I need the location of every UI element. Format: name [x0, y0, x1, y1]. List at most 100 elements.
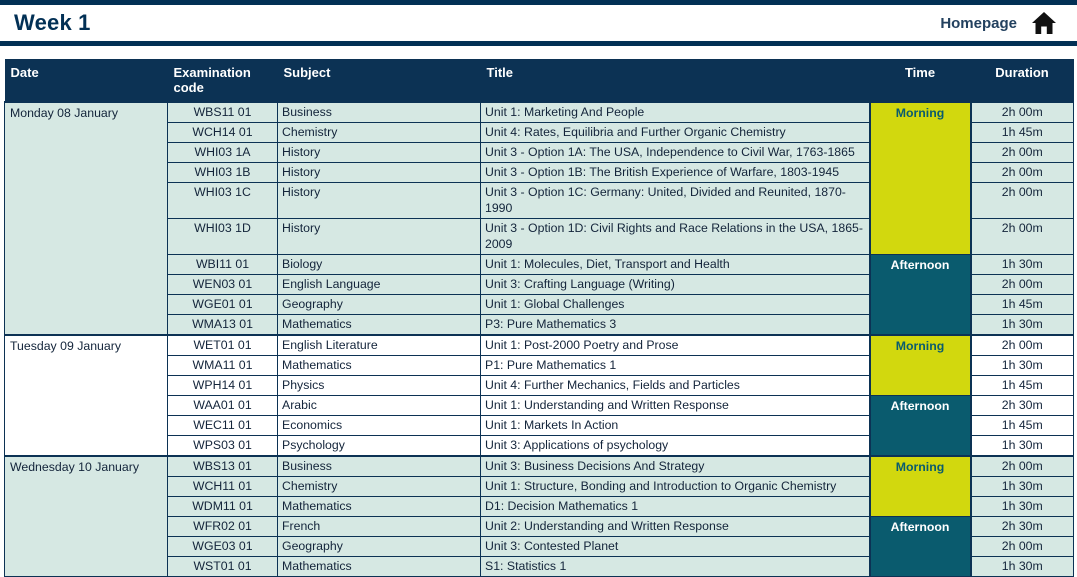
- home-icon[interactable]: [1031, 11, 1057, 35]
- exam-duration: 1h 45m: [970, 294, 1074, 315]
- exam-duration: 2h 00m: [970, 162, 1074, 183]
- exam-subject: Physics: [277, 375, 481, 396]
- exam-title: Unit 3 - Option 1A: The USA, Independenc…: [480, 142, 870, 163]
- exam-title: Unit 3 - Option 1C: Germany: United, Div…: [480, 182, 870, 219]
- examination-code: WBI11 01: [167, 254, 278, 275]
- column-header-time: Time: [869, 59, 971, 102]
- examination-code: WHI03 1C: [167, 182, 278, 219]
- exam-duration: 1h 30m: [970, 254, 1074, 275]
- exam-date: Monday 08 January: [4, 101, 168, 336]
- table-row: Tuesday 09 January WET01 01 English Litera…: [4, 334, 1074, 457]
- exam-duration: 2h 00m: [970, 218, 1074, 255]
- exam-session-afternoon: Afternoon: [868, 395, 972, 457]
- table-row: Wednesday 10 January WBS13 01 Business Unit…: [4, 455, 1074, 577]
- exam-subject: Mathematics: [277, 556, 481, 577]
- exam-title: Unit 3 - Option 1B: The British Experien…: [480, 162, 870, 183]
- exam-subject: Biology: [277, 254, 481, 275]
- exam-title: Unit 1: Global Challenges: [480, 294, 870, 315]
- column-header-date: Date: [4, 59, 168, 102]
- exam-subject: Mathematics: [277, 314, 481, 336]
- homepage-link[interactable]: Homepage: [940, 15, 1017, 32]
- column-header-examination-code: Examination code: [167, 59, 278, 102]
- examination-code: WFR02 01: [167, 516, 278, 537]
- exam-subject: Business: [277, 101, 481, 123]
- column-header-title: Title: [480, 59, 870, 102]
- table-row: Monday 08 January WBS11 01 Business Unit 1:…: [4, 101, 1074, 336]
- exam-title: Unit 3: Business Decisions And Strategy: [480, 455, 870, 477]
- exam-title: Unit 1: Marketing And People: [480, 101, 870, 123]
- exam-duration: 1h 30m: [970, 435, 1074, 457]
- exam-subject: Business: [277, 455, 481, 477]
- exam-date: Wednesday 10 January: [4, 455, 168, 577]
- examination-code: WGE03 01: [167, 536, 278, 557]
- exam-session-morning: Morning: [868, 334, 972, 396]
- examination-code: WPS03 01: [167, 435, 278, 457]
- exam-title: Unit 4: Further Mechanics, Fields and Pa…: [480, 375, 870, 396]
- exam-subject: French: [277, 516, 481, 537]
- exam-duration: 1h 45m: [970, 122, 1074, 143]
- exam-title: P1: Pure Mathematics 1: [480, 355, 870, 376]
- exam-timetable: Date Examination code Subject Title Time…: [4, 59, 1074, 577]
- exam-subject: English Literature: [277, 334, 481, 356]
- table-header-row: Date Examination code Subject Title Time…: [4, 59, 1074, 102]
- examination-code: WPH14 01: [167, 375, 278, 396]
- exam-duration: 1h 30m: [970, 496, 1074, 517]
- examination-code: WAA01 01: [167, 395, 278, 416]
- exam-subject: Geography: [277, 536, 481, 557]
- exam-title: S1: Statistics 1: [480, 556, 870, 577]
- exam-duration: 1h 30m: [970, 314, 1074, 336]
- column-header-code-line1: Examination: [173, 65, 251, 80]
- exam-title: D1: Decision Mathematics 1: [480, 496, 870, 517]
- exam-subject: Geography: [277, 294, 481, 315]
- exam-session-afternoon: Afternoon: [868, 516, 972, 577]
- exam-title: Unit 4: Rates, Equilibria and Further Or…: [480, 122, 870, 143]
- exam-subject: Mathematics: [277, 355, 481, 376]
- page-header: Week 1 Homepage: [0, 0, 1077, 46]
- exam-subject: Psychology: [277, 435, 481, 457]
- column-header-duration: Duration: [970, 59, 1074, 102]
- header-spacer: [0, 46, 1077, 59]
- exam-subject: Economics: [277, 415, 481, 436]
- exam-subject: Arabic: [277, 395, 481, 416]
- examination-code: WCH14 01: [167, 122, 278, 143]
- examination-code: WBS13 01: [167, 455, 278, 477]
- exam-date: Tuesday 09 January: [4, 334, 168, 457]
- exam-subject: Chemistry: [277, 476, 481, 497]
- exam-duration: 1h 45m: [970, 375, 1074, 396]
- header-actions: Homepage: [940, 11, 1069, 35]
- exam-duration: 1h 30m: [970, 556, 1074, 577]
- exam-duration: 1h 45m: [970, 415, 1074, 436]
- exam-title: Unit 3: Crafting Language (Writing): [480, 274, 870, 295]
- exam-title: Unit 3: Contested Planet: [480, 536, 870, 557]
- exam-duration: 2h 00m: [970, 101, 1074, 123]
- exam-duration: 2h 00m: [970, 536, 1074, 557]
- exam-title: Unit 1: Post-2000 Poetry and Prose: [480, 334, 870, 356]
- exam-duration: 2h 00m: [970, 455, 1074, 477]
- exam-title: Unit 1: Molecules, Diet, Transport and H…: [480, 254, 870, 275]
- exam-duration: 2h 00m: [970, 334, 1074, 356]
- examination-code: WEN03 01: [167, 274, 278, 295]
- examination-code: WHI03 1A: [167, 142, 278, 163]
- table-header: Date Examination code Subject Title Time…: [4, 59, 1074, 102]
- examination-code: WMA13 01: [167, 314, 278, 336]
- exam-session-morning: Morning: [868, 101, 972, 255]
- exam-duration: 1h 30m: [970, 476, 1074, 497]
- exam-title: Unit 2: Understanding and Written Respon…: [480, 516, 870, 537]
- column-header-code-line2: code: [173, 80, 204, 95]
- exam-subject: History: [277, 162, 481, 183]
- examination-code: WCH11 01: [167, 476, 278, 497]
- examination-code: WET01 01: [167, 334, 278, 356]
- exam-title: Unit 3 - Option 1D: Civil Rights and Rac…: [480, 218, 870, 255]
- exam-title: Unit 1: Understanding and Written Respon…: [480, 395, 870, 416]
- exam-subject: Mathematics: [277, 496, 481, 517]
- examination-code: WGE01 01: [167, 294, 278, 315]
- examination-code: WBS11 01: [167, 101, 278, 123]
- exam-subject: History: [277, 218, 481, 255]
- exam-subject: History: [277, 142, 481, 163]
- exam-session-morning: Morning: [868, 455, 972, 517]
- exam-duration: 2h 00m: [970, 274, 1074, 295]
- exam-duration: 2h 00m: [970, 142, 1074, 163]
- exam-title: Unit 3: Applications of psychology: [480, 435, 870, 457]
- examination-code: WST01 01: [167, 556, 278, 577]
- column-header-subject: Subject: [277, 59, 481, 102]
